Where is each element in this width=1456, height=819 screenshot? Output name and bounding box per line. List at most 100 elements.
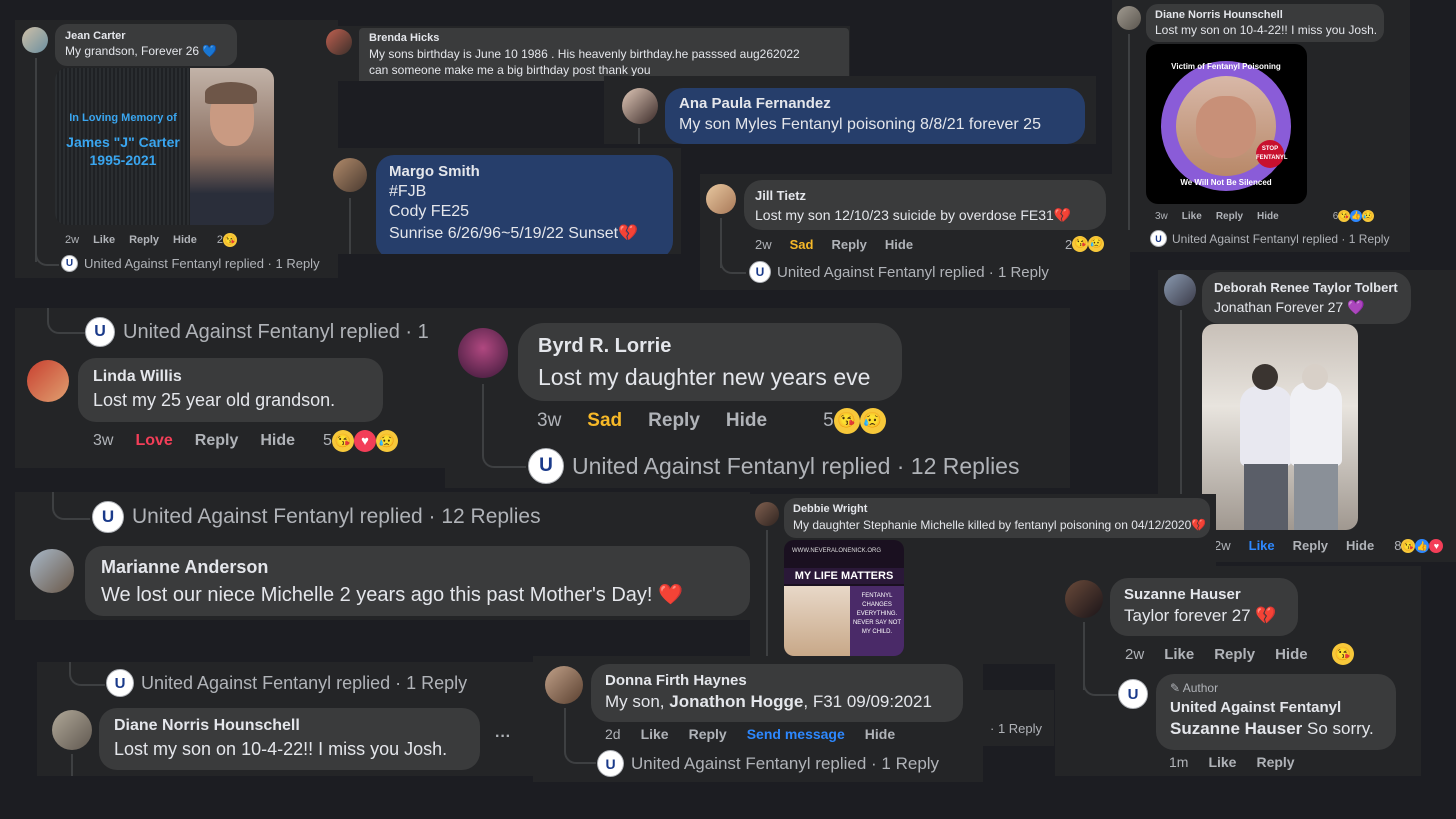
avatar[interactable] bbox=[458, 328, 508, 378]
commenter-name[interactable]: Diane Norris Hounschell bbox=[114, 717, 465, 735]
commenter-name[interactable]: Donna Firth Haynes bbox=[605, 672, 949, 689]
hide-button[interactable]: Hide bbox=[1257, 211, 1279, 222]
avatar[interactable] bbox=[1065, 580, 1103, 618]
avatar[interactable] bbox=[30, 549, 74, 593]
replied-label[interactable]: United Against Fentanyl replied · 1 Repl… bbox=[631, 754, 939, 774]
kiss-emoji-icon: 😘 bbox=[833, 408, 860, 434]
commenter-name[interactable]: United Against Fentanyl bbox=[1170, 699, 1382, 716]
family-photo-image[interactable] bbox=[1202, 324, 1358, 530]
comment-time[interactable]: 2w bbox=[65, 234, 79, 246]
avatar[interactable] bbox=[545, 666, 583, 704]
commenter-name[interactable]: Jean Carter bbox=[65, 30, 227, 42]
avatar[interactable] bbox=[333, 158, 367, 192]
hide-button[interactable]: Hide bbox=[1275, 646, 1308, 663]
commenter-name[interactable]: Debbie Wright bbox=[793, 503, 1201, 515]
avatar[interactable] bbox=[52, 710, 92, 750]
commenter-name[interactable]: Marianne Anderson bbox=[101, 557, 734, 578]
commenter-name[interactable]: Deborah Renee Taylor Tolbert bbox=[1214, 280, 1399, 295]
replied-label[interactable]: United Against Fentanyl replied · 1 Repl… bbox=[777, 264, 1049, 281]
comment-time[interactable]: 2w bbox=[1125, 646, 1144, 663]
my-life-matters-image[interactable]: WWW.NEVERALONENICK.ORG MY LIFE MATTERS F… bbox=[784, 540, 904, 656]
hide-button[interactable]: Hide bbox=[726, 410, 767, 432]
mention-link[interactable]: Suzanne Hauser bbox=[1170, 719, 1302, 738]
reply-button[interactable]: Reply bbox=[689, 726, 727, 742]
sad-reaction-button[interactable]: Sad bbox=[587, 410, 622, 432]
hide-button[interactable]: Hide bbox=[865, 726, 895, 742]
reply-button[interactable]: Reply bbox=[1216, 211, 1243, 222]
avatar[interactable] bbox=[1117, 6, 1141, 30]
reply-actions: 1m Like Reply bbox=[1169, 754, 1295, 770]
like-button[interactable]: Like bbox=[1208, 754, 1236, 770]
like-button[interactable]: Like bbox=[1182, 211, 1202, 222]
reaction-count[interactable]: 5 bbox=[823, 410, 834, 432]
comment-time[interactable]: 3w bbox=[93, 432, 113, 450]
commenter-name[interactable]: Diane Norris Hounschell bbox=[1155, 9, 1375, 21]
replied-link[interactable]: U United Against Fentanyl replied · 1 Re… bbox=[106, 669, 467, 697]
replied-link[interactable]: U United Against Fentanyl replied · 1 Re… bbox=[61, 255, 320, 272]
send-message-button[interactable]: Send message bbox=[747, 726, 845, 742]
avatar[interactable] bbox=[622, 88, 658, 124]
reply-button[interactable]: Reply bbox=[129, 234, 159, 246]
reply-time[interactable]: 1m bbox=[1169, 754, 1188, 770]
comment-time[interactable]: 2w bbox=[1214, 538, 1231, 553]
commenter-name[interactable]: Margo Smith bbox=[389, 163, 660, 180]
more-options-icon[interactable]: ··· bbox=[495, 728, 511, 746]
comment-time[interactable]: 3w bbox=[1155, 211, 1168, 222]
comment-panel-byrd: Byrd R. Lorrie Lost my daughter new year… bbox=[445, 308, 1070, 488]
reply-count-label[interactable]: · 1 Reply bbox=[990, 721, 1042, 736]
replied-link[interactable]: U United Against Fentanyl replied · 12 R… bbox=[92, 501, 541, 533]
replied-link[interactable]: U United Against Fentanyl replied · 12 R… bbox=[528, 448, 1019, 484]
reply-button[interactable]: Reply bbox=[1293, 538, 1328, 553]
united-logo-icon[interactable]: U bbox=[1118, 679, 1148, 709]
replied-label[interactable]: United Against Fentanyl replied · 1 Repl… bbox=[84, 256, 320, 271]
reaction-count[interactable]: 2 bbox=[1065, 237, 1072, 252]
avatar[interactable] bbox=[1164, 274, 1196, 306]
commenter-name[interactable]: Brenda Hicks bbox=[369, 32, 839, 44]
replied-link[interactable]: U United Against Fentanyl replied · 1 Re… bbox=[597, 750, 939, 777]
reply-button[interactable]: Reply bbox=[195, 432, 239, 450]
hide-button[interactable]: Hide bbox=[260, 432, 295, 450]
hide-button[interactable]: Hide bbox=[1346, 538, 1374, 553]
hide-button[interactable]: Hide bbox=[173, 234, 197, 246]
replied-link[interactable]: U United Against Fentanyl replied · 1 Re… bbox=[749, 261, 1049, 283]
replied-label[interactable]: United Against Fentanyl replied · 1 Repl… bbox=[141, 673, 467, 694]
hide-button[interactable]: Hide bbox=[885, 237, 913, 252]
reaction-count[interactable]: 8 bbox=[1394, 538, 1401, 553]
commenter-name[interactable]: Ana Paula Fernandez bbox=[679, 95, 1071, 112]
victim-badge-image[interactable]: Victim of Fentanyl Poisoning We Will Not… bbox=[1146, 44, 1307, 204]
replied-label[interactable]: United Against Fentanyl replied · 1 bbox=[123, 321, 429, 344]
like-button[interactable]: Like bbox=[1164, 646, 1194, 663]
reply-button[interactable]: Reply bbox=[648, 410, 700, 432]
avatar[interactable] bbox=[326, 29, 352, 55]
reply-button[interactable]: Reply bbox=[1214, 646, 1255, 663]
replied-label[interactable]: United Against Fentanyl replied · 12 Rep… bbox=[572, 453, 1019, 480]
mentioned-name[interactable]: Jonathon Hogge bbox=[669, 692, 803, 711]
like-button[interactable]: Like bbox=[1249, 538, 1275, 553]
comment-time[interactable]: 2w bbox=[755, 237, 772, 252]
commenter-name[interactable]: Jill Tietz bbox=[755, 188, 1095, 203]
memorial-image[interactable]: In Loving Memory of James "J" Carter 199… bbox=[55, 68, 274, 225]
reply-button[interactable]: Reply bbox=[1256, 754, 1294, 770]
reply-button[interactable]: Reply bbox=[831, 237, 866, 252]
avatar[interactable] bbox=[755, 502, 779, 526]
commenter-name[interactable]: Byrd R. Lorrie bbox=[538, 335, 882, 358]
reaction-count[interactable]: 5 bbox=[323, 432, 332, 450]
sad-emoji-icon: 😥 bbox=[1088, 236, 1105, 252]
like-button[interactable]: Like bbox=[93, 234, 115, 246]
comment-time[interactable]: 3w bbox=[537, 410, 561, 432]
sad-reaction-button[interactable]: Sad bbox=[790, 237, 814, 252]
comment-time[interactable]: 2d bbox=[605, 726, 621, 742]
united-logo-icon: U bbox=[528, 448, 564, 484]
avatar[interactable] bbox=[22, 27, 48, 53]
like-button[interactable]: Like bbox=[641, 726, 669, 742]
replied-link[interactable]: U United Against Fentanyl replied · 1 bbox=[85, 317, 429, 347]
commenter-name[interactable]: Suzanne Hauser bbox=[1124, 586, 1284, 603]
avatar[interactable] bbox=[706, 184, 736, 214]
avatar[interactable] bbox=[27, 360, 69, 402]
love-reaction-button[interactable]: Love bbox=[135, 432, 172, 450]
replied-label[interactable]: United Against Fentanyl replied · 1 Repl… bbox=[1172, 232, 1389, 246]
kiss-emoji-icon: 😘 bbox=[1072, 236, 1089, 252]
replied-link[interactable]: U United Against Fentanyl replied · 1 Re… bbox=[1150, 230, 1389, 247]
replied-label[interactable]: United Against Fentanyl replied · 12 Rep… bbox=[132, 505, 541, 529]
commenter-name[interactable]: Linda Willis bbox=[93, 368, 368, 386]
